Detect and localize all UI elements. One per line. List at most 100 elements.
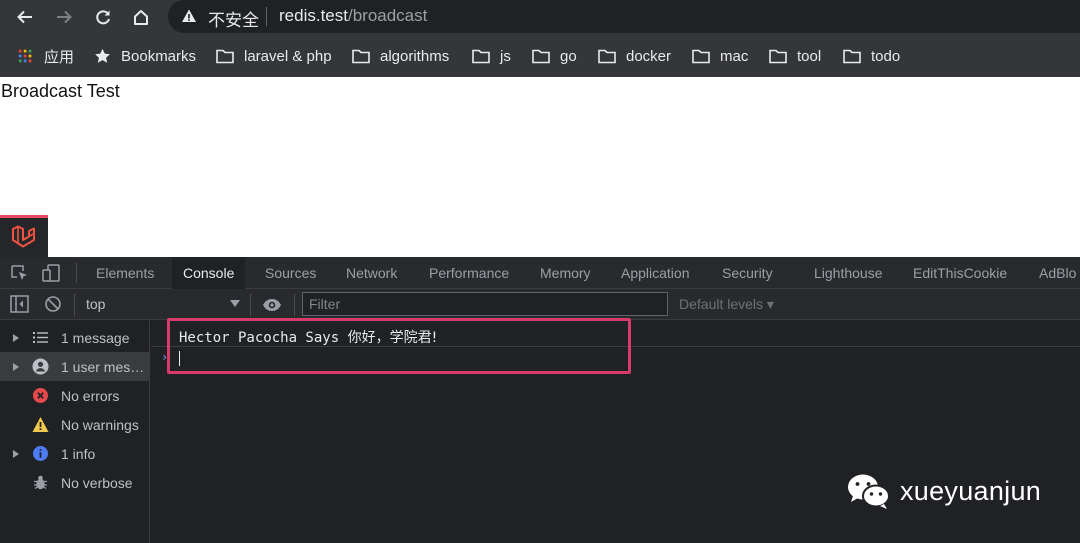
tab-editthiscookie[interactable]: EditThisCookie <box>913 257 1007 289</box>
log-levels-dropdown[interactable]: Default levels ▾ <box>679 296 774 313</box>
expand-arrow-icon[interactable] <box>13 333 19 342</box>
text-caret <box>179 351 180 366</box>
address-bar[interactable]: 不安全 redis.test/broadcast <box>168 0 1080 33</box>
bookmark-label: todo <box>871 47 901 65</box>
tab-performance[interactable]: Performance <box>429 257 509 289</box>
bookmark-folder-algorithms[interactable]: algorithms <box>352 46 449 66</box>
folder-icon <box>692 49 710 64</box>
filter-box <box>302 292 668 316</box>
page-viewport: Broadcast Test <box>0 77 1080 257</box>
clear-console-icon[interactable] <box>44 295 64 313</box>
folder-icon <box>352 49 370 64</box>
forward-arrow-icon <box>57 10 72 24</box>
folder-icon <box>216 49 234 64</box>
folder-icon <box>769 49 787 64</box>
apps-grid-icon <box>18 49 32 63</box>
folder-icon <box>843 49 861 64</box>
browser-toolbar: 不安全 redis.test/broadcast <box>0 0 1080 33</box>
security-label[interactable]: 不安全 <box>208 6 259 31</box>
bookmark-label: 应用 <box>44 48 75 66</box>
bookmark-folder-docker[interactable]: docker <box>598 46 671 66</box>
bookmark-apps[interactable]: 应用 <box>18 46 74 66</box>
toolbar-divider <box>250 294 251 316</box>
bookmark-bookmarks[interactable]: Bookmarks <box>94 46 196 66</box>
watermark: xueyuanjun <box>846 471 1041 511</box>
expand-arrow-icon[interactable] <box>13 362 19 371</box>
watermark-text: xueyuanjun <box>900 475 1042 506</box>
sidebar-item-label: 1 user mes… <box>61 358 145 375</box>
bookmark-folder-go[interactable]: go <box>532 46 577 66</box>
console-toolbar: top Default levels ▾ <box>0 289 1080 320</box>
bookmarks-bar: 应用 Bookmarks laravel & php algorithms js… <box>0 33 1080 77</box>
bookmark-label: mac <box>720 47 749 65</box>
bookmark-label: docker <box>626 47 672 65</box>
warning-triangle-icon[interactable] <box>181 8 197 24</box>
url-host: redis.test <box>279 6 348 25</box>
toolbar-divider <box>74 294 75 316</box>
sidebar-item-warnings[interactable]: No warnings <box>0 410 150 439</box>
sidebar-item-verbose[interactable]: No verbose <box>0 468 150 497</box>
sidebar-item-label: 1 message <box>61 329 130 346</box>
laravel-debugbar-tab[interactable] <box>0 215 48 257</box>
console-prompt[interactable]: › <box>151 346 1080 370</box>
sidebar-item-label: No verbose <box>61 474 133 491</box>
console-log-message[interactable]: Hector Pacocha Says 你好，学院君! <box>179 327 437 347</box>
reload-button[interactable] <box>90 4 116 30</box>
tab-security[interactable]: Security <box>722 257 773 289</box>
devtools-tab-bar: Elements Console Sources Network Perform… <box>0 257 1080 289</box>
page-heading: Broadcast Test <box>1 81 120 101</box>
reload-icon <box>96 10 110 25</box>
user-icon <box>32 358 49 375</box>
folder-icon <box>472 49 490 64</box>
tab-adblock[interactable]: AdBlo <box>1039 257 1076 289</box>
sidebar-item-label: No errors <box>61 387 120 404</box>
filter-input[interactable] <box>303 293 667 315</box>
sidebar-item-info[interactable]: 1 info <box>0 439 150 468</box>
url-text[interactable]: redis.test/broadcast <box>279 6 427 26</box>
live-expression-eye-icon[interactable] <box>262 296 282 314</box>
device-toolbar-icon[interactable] <box>42 264 62 282</box>
home-icon <box>134 10 148 25</box>
tab-console[interactable]: Console <box>172 257 246 289</box>
bookmark-folder-tool[interactable]: tool <box>769 46 821 66</box>
bookmark-folder-todo[interactable]: todo <box>843 46 900 66</box>
expand-arrow-icon[interactable] <box>13 449 19 458</box>
sidebar-item-errors[interactable]: No errors <box>0 381 150 410</box>
bookmark-folder-mac[interactable]: mac <box>692 46 748 66</box>
bookmark-folder-laravel-php[interactable]: laravel & php <box>216 46 332 66</box>
list-icon <box>33 332 48 343</box>
tab-application[interactable]: Application <box>621 257 690 289</box>
tab-elements[interactable]: Elements <box>96 257 154 289</box>
info-icon <box>33 446 48 461</box>
bug-icon <box>34 475 47 490</box>
back-arrow-icon <box>17 10 32 24</box>
chevron-down-icon[interactable] <box>230 300 240 307</box>
laravel-logo-icon <box>12 225 35 247</box>
sidebar-item-user-messages[interactable]: 1 user mes… <box>0 352 150 381</box>
home-button[interactable] <box>128 4 154 30</box>
inspect-element-icon[interactable] <box>10 264 30 282</box>
warning-icon <box>32 417 49 432</box>
bookmark-label: go <box>560 47 577 65</box>
url-path: /broadcast <box>347 6 428 25</box>
bookmark-folder-js[interactable]: js <box>472 46 511 66</box>
tab-memory[interactable]: Memory <box>540 257 591 289</box>
bookmark-label: algorithms <box>380 47 450 65</box>
tab-lighthouse[interactable]: Lighthouse <box>814 257 883 289</box>
show-sidebar-icon[interactable] <box>10 295 30 313</box>
folder-icon <box>532 49 550 64</box>
toolbar-divider <box>294 294 295 316</box>
back-button[interactable] <box>12 4 38 30</box>
sidebar-item-messages[interactable]: 1 message <box>0 323 150 352</box>
forward-button[interactable] <box>51 4 77 30</box>
tab-sources[interactable]: Sources <box>265 257 316 289</box>
console-sidebar: 1 message 1 user mes… No errors No warni… <box>0 321 150 543</box>
bookmark-label: tool <box>797 47 822 65</box>
error-icon <box>33 388 48 403</box>
tab-bar-divider <box>76 263 77 283</box>
prompt-chevron-icon: › <box>161 350 169 364</box>
sidebar-item-label: 1 info <box>61 445 96 462</box>
bookmark-label: Bookmarks <box>121 47 197 65</box>
tab-network[interactable]: Network <box>346 257 397 289</box>
context-selector[interactable]: top <box>86 296 105 312</box>
